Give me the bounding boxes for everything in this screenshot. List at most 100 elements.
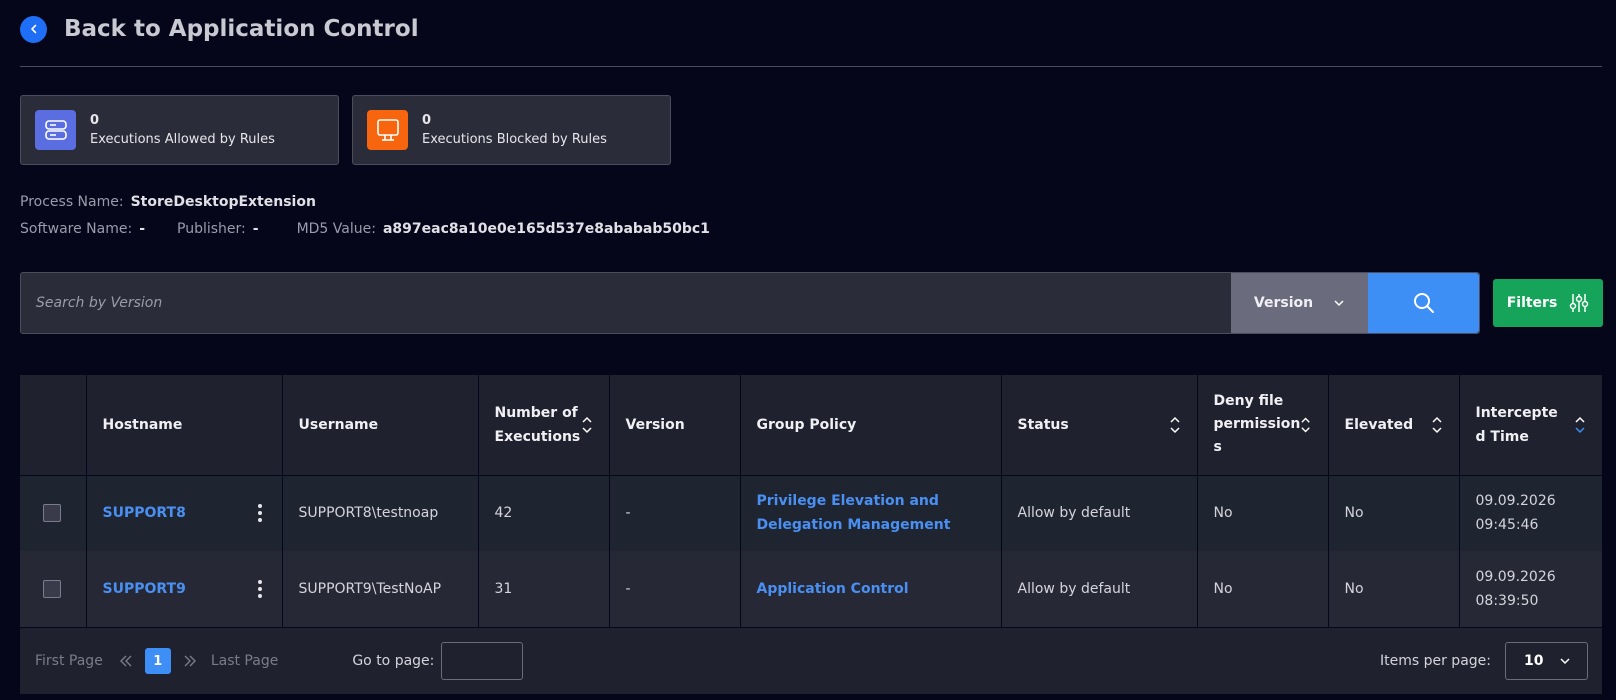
deny-permissions-header[interactable]: Deny file permission s: [1197, 375, 1329, 476]
table-header-row: Hostname Username Number of Executions V…: [20, 375, 1603, 476]
page-title[interactable]: Back to Application Control: [64, 16, 419, 42]
items-per-page-select[interactable]: 10: [1505, 642, 1588, 680]
executions-header[interactable]: Number of Executions: [478, 375, 610, 476]
monitor-icon: [367, 110, 408, 150]
row-checkbox[interactable]: [43, 580, 61, 598]
group-policy-header: Group Policy: [740, 375, 1002, 476]
search-input[interactable]: [21, 273, 1231, 333]
intercepted-time-cell: 09.09.2026 09:45:46: [1459, 475, 1603, 551]
status-cell: Allow by default: [1001, 551, 1198, 627]
username-header: Username: [282, 375, 479, 476]
group-policy-line1: Privilege Elevation and: [756, 493, 939, 510]
hostname-header: Hostname: [86, 375, 283, 476]
stat-count: 0: [422, 113, 432, 128]
deny-header-line2: permission: [1213, 416, 1301, 433]
more-vertical-icon[interactable]: [254, 580, 266, 598]
stat-card-blocked: 0 Executions Blocked by Rules: [352, 95, 671, 165]
publisher-value: -: [252, 221, 259, 237]
group-policy-link[interactable]: Privilege Elevation and Delegation Manag…: [757, 489, 985, 537]
items-per-page-value: 10: [1524, 653, 1544, 669]
back-button[interactable]: [20, 15, 47, 43]
first-page-link[interactable]: First Page: [35, 653, 103, 669]
group-policy-link[interactable]: Application Control: [757, 577, 985, 601]
sort-icon[interactable]: [1169, 415, 1181, 435]
elevated-cell: No: [1328, 551, 1460, 627]
more-vertical-icon[interactable]: [254, 504, 266, 523]
search-field-select[interactable]: Version: [1231, 273, 1368, 333]
stat-card-allowed: 0 Executions Allowed by Rules: [20, 95, 339, 165]
group-policy-line2: Delegation Management: [756, 517, 951, 534]
hostname-link[interactable]: SUPPORT9: [103, 577, 186, 601]
pagination: First Page 1 Last Page Go to page: Items…: [20, 628, 1602, 694]
chevron-down-icon: [1334, 300, 1344, 307]
goto-page-input[interactable]: [441, 642, 524, 680]
stat-count: 0: [90, 113, 100, 128]
status-cell: Allow by default: [1001, 475, 1198, 551]
elevated-cell: No: [1328, 475, 1460, 551]
sliders-icon: [1570, 294, 1589, 312]
intercepted-time-header[interactable]: Intercepte d Time: [1459, 375, 1603, 476]
goto-page-label: Go to page:: [352, 653, 435, 669]
table-row: SUPPORT9 SUPPORT9\TestNoAP 31 - Applicat…: [20, 551, 1603, 627]
select-cell: [20, 551, 87, 627]
version-cell: -: [609, 551, 741, 627]
executions-header-line2: Executions: [494, 428, 581, 445]
filters-button[interactable]: Filters: [1493, 279, 1603, 327]
double-chevron-left-icon[interactable]: [119, 654, 133, 668]
time-header-line1: Intercepte: [1475, 404, 1558, 421]
software-info: Software Name: - Publisher: - MD5 Value:…: [20, 221, 710, 237]
hostname-cell: SUPPORT8: [86, 475, 283, 551]
md5-value: a897eac8a10e0e165d537e8ababab50bc1: [382, 221, 710, 237]
publisher-label: Publisher:: [177, 221, 246, 237]
sort-icon[interactable]: [1300, 415, 1311, 435]
select-cell: [20, 475, 87, 551]
row-checkbox[interactable]: [43, 504, 61, 523]
executions-cell: 42: [478, 475, 610, 551]
time-header-line2: d Time: [1475, 428, 1529, 445]
items-per-page-label: Items per page:: [1379, 653, 1491, 669]
sort-icon[interactable]: [581, 415, 593, 435]
server-icon: [35, 110, 76, 150]
intercepted-time-cell: 09.09.2026 08:39:50: [1459, 551, 1603, 627]
username-cell: SUPPORT8\testnoap: [282, 475, 479, 551]
process-name-label: Process Name:: [20, 194, 124, 210]
header: Back to Application Control: [20, 14, 419, 44]
executions-table: Hostname Username Number of Executions V…: [20, 375, 1603, 627]
intercepted-time: 09:45:46: [1475, 517, 1539, 534]
group-policy-cell: Application Control: [740, 551, 1002, 627]
username-cell: SUPPORT9\TestNoAP: [282, 551, 479, 627]
sort-active-icon[interactable]: [1574, 415, 1586, 435]
intercepted-time: 08:39:50: [1475, 593, 1539, 609]
intercepted-date: 09.09.2026: [1475, 569, 1556, 585]
intercepted-date: 09.09.2026: [1475, 493, 1556, 510]
deny-cell: No: [1197, 475, 1329, 551]
status-header[interactable]: Status: [1001, 375, 1198, 476]
executions-header-line1: Number of: [494, 404, 578, 421]
search-icon: [1413, 293, 1434, 313]
filters-label: Filters: [1506, 295, 1558, 311]
divider: [20, 66, 1602, 67]
executions-cell: 31: [478, 551, 610, 627]
group-policy-cell: Privilege Elevation and Delegation Manag…: [740, 475, 1002, 551]
select-column-header: [20, 375, 87, 476]
hostname-link[interactable]: SUPPORT8: [103, 501, 186, 525]
deny-header-line1: Deny file: [1213, 393, 1284, 410]
double-chevron-right-icon[interactable]: [183, 654, 197, 668]
elevated-header[interactable]: Elevated: [1328, 375, 1460, 476]
elevated-header-label: Elevated: [1344, 416, 1414, 433]
page-number-current[interactable]: 1: [144, 648, 171, 674]
sort-icon[interactable]: [1431, 415, 1443, 435]
md5-label: MD5 Value:: [296, 221, 376, 237]
hostname-cell: SUPPORT9: [86, 551, 283, 627]
search-bar: Version: [20, 272, 1480, 334]
deny-cell: No: [1197, 551, 1329, 627]
last-page-link[interactable]: Last Page: [211, 653, 279, 669]
table-row: SUPPORT8 SUPPORT8\testnoap 42 - Privileg…: [20, 475, 1603, 551]
chevron-left-icon: [30, 24, 36, 34]
search-field-label: Version: [1253, 295, 1314, 311]
process-name-value: StoreDesktopExtension: [130, 194, 316, 210]
search-button[interactable]: [1368, 273, 1479, 333]
stat-label: Executions Allowed by Rules: [90, 132, 275, 147]
stat-label: Executions Blocked by Rules: [422, 132, 607, 147]
chevron-down-icon: [1560, 658, 1570, 665]
